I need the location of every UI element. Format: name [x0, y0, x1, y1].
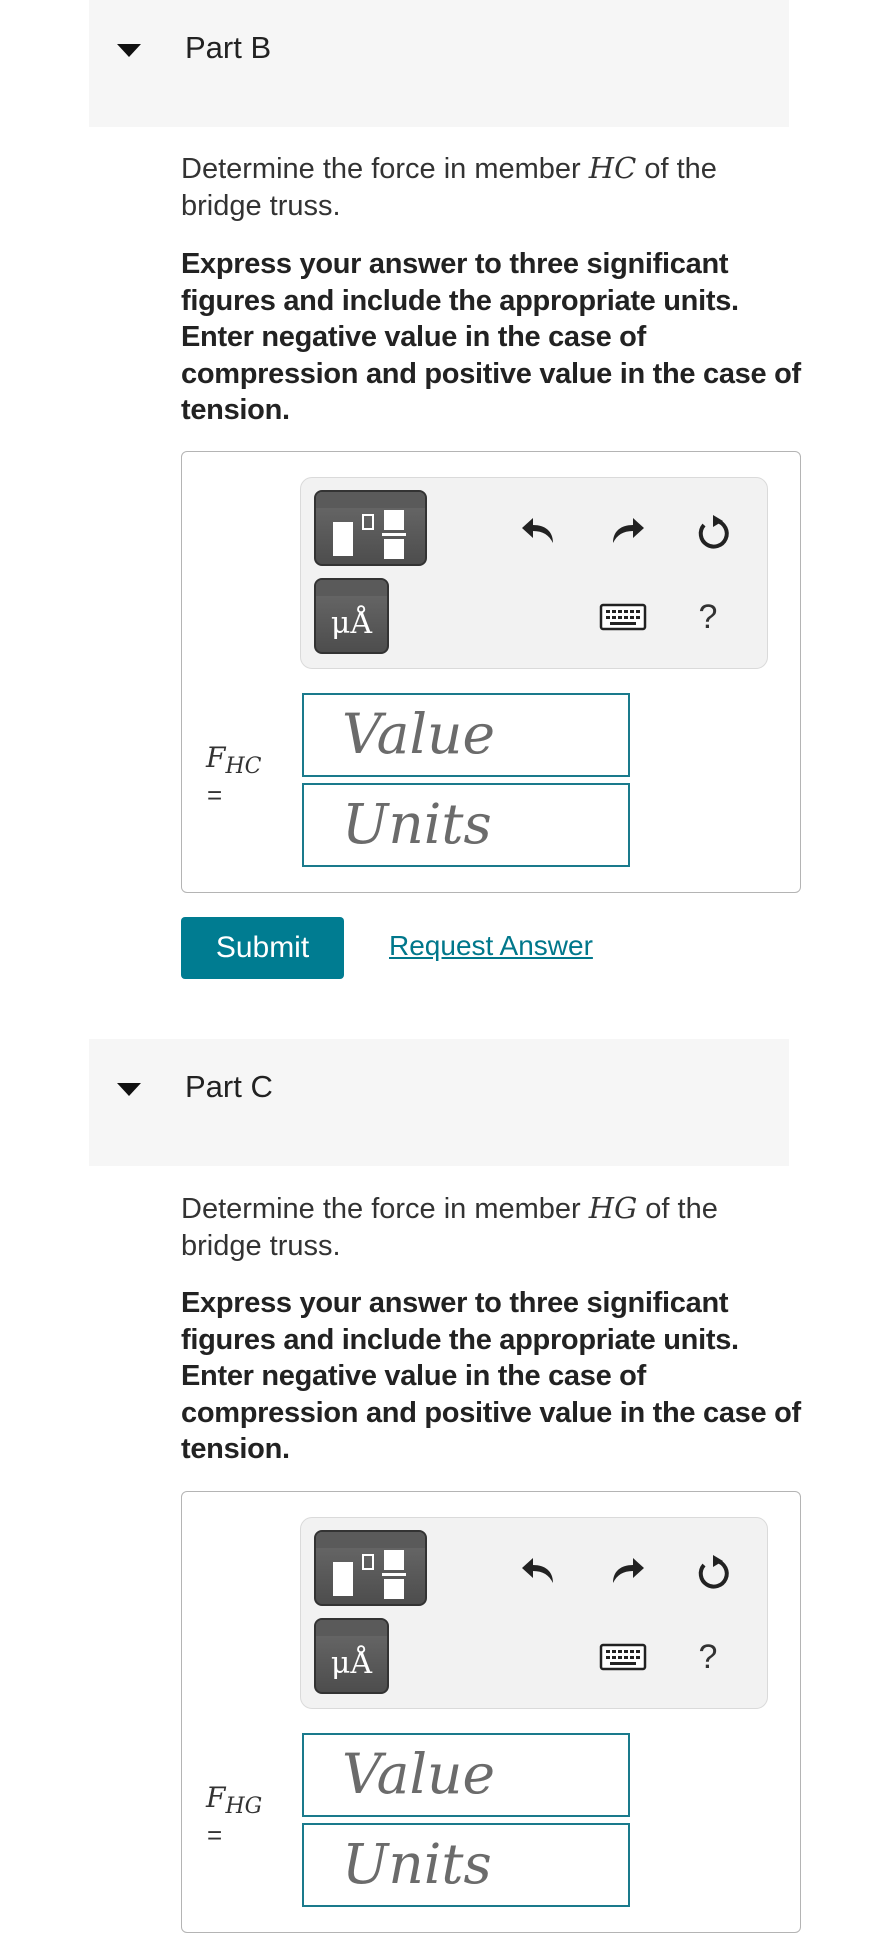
member-name: HG [588, 1191, 638, 1225]
label-subscript: HC [225, 754, 262, 779]
part-b-header[interactable]: Part B [89, 0, 789, 127]
request-answer-link[interactable]: Request Answer [389, 930, 593, 962]
equals-sign: = [207, 1820, 223, 1850]
units-input[interactable]: Units [302, 1823, 630, 1907]
label-subscript: HG [225, 1794, 263, 1819]
answer-instructions: Express your answer to three significant… [181, 248, 801, 426]
equation-label: FHG [206, 1780, 262, 1825]
units-icon[interactable]: μÅ [314, 1618, 389, 1694]
units-glyph: μÅ [330, 606, 373, 641]
question-prompt: Determine the force in member HC of the … [181, 150, 801, 225]
part-title: Part B [185, 30, 272, 65]
value-input[interactable]: Value [302, 693, 630, 777]
units-glyph: μÅ [330, 1646, 373, 1681]
undo-icon[interactable] [519, 1553, 559, 1593]
redo-icon[interactable] [607, 1553, 647, 1593]
label-variable: F [206, 741, 226, 774]
caret-down-icon[interactable] [117, 1083, 141, 1096]
part-title: Part C [185, 1069, 273, 1104]
equals-sign: = [207, 780, 223, 810]
reset-icon[interactable] [693, 513, 733, 553]
answer-box: μÅ ? FHG = Value Units [181, 1491, 801, 1933]
redo-icon[interactable] [607, 513, 647, 553]
answer-instructions: Express your answer to three significant… [181, 1287, 801, 1465]
math-toolbar: μÅ ? [300, 477, 768, 669]
undo-icon[interactable] [519, 513, 559, 553]
units-icon[interactable]: μÅ [314, 578, 389, 654]
prompt-text: Determine the force in member [181, 153, 589, 185]
help-icon[interactable]: ? [688, 598, 728, 637]
question-prompt: Determine the force in member HG of the … [181, 1190, 801, 1265]
help-icon[interactable]: ? [688, 1638, 728, 1677]
caret-down-icon[interactable] [117, 44, 141, 57]
answer-box: μÅ ? FHC = Value Units [181, 451, 801, 893]
keyboard-icon[interactable] [599, 1640, 647, 1674]
member-name: HC [588, 151, 637, 185]
templates-icon[interactable] [314, 1530, 427, 1606]
label-variable: F [206, 1781, 226, 1814]
equation-label: FHC [206, 740, 261, 785]
templates-icon[interactable] [314, 490, 427, 566]
prompt-text: Determine the force in member [181, 1193, 589, 1225]
reset-icon[interactable] [693, 1553, 733, 1593]
units-input[interactable]: Units [302, 783, 630, 867]
value-input[interactable]: Value [302, 1733, 630, 1817]
submit-button[interactable]: Submit [181, 917, 344, 979]
part-c-header[interactable]: Part C [89, 1039, 789, 1166]
math-toolbar: μÅ ? [300, 1517, 768, 1709]
keyboard-icon[interactable] [599, 600, 647, 634]
